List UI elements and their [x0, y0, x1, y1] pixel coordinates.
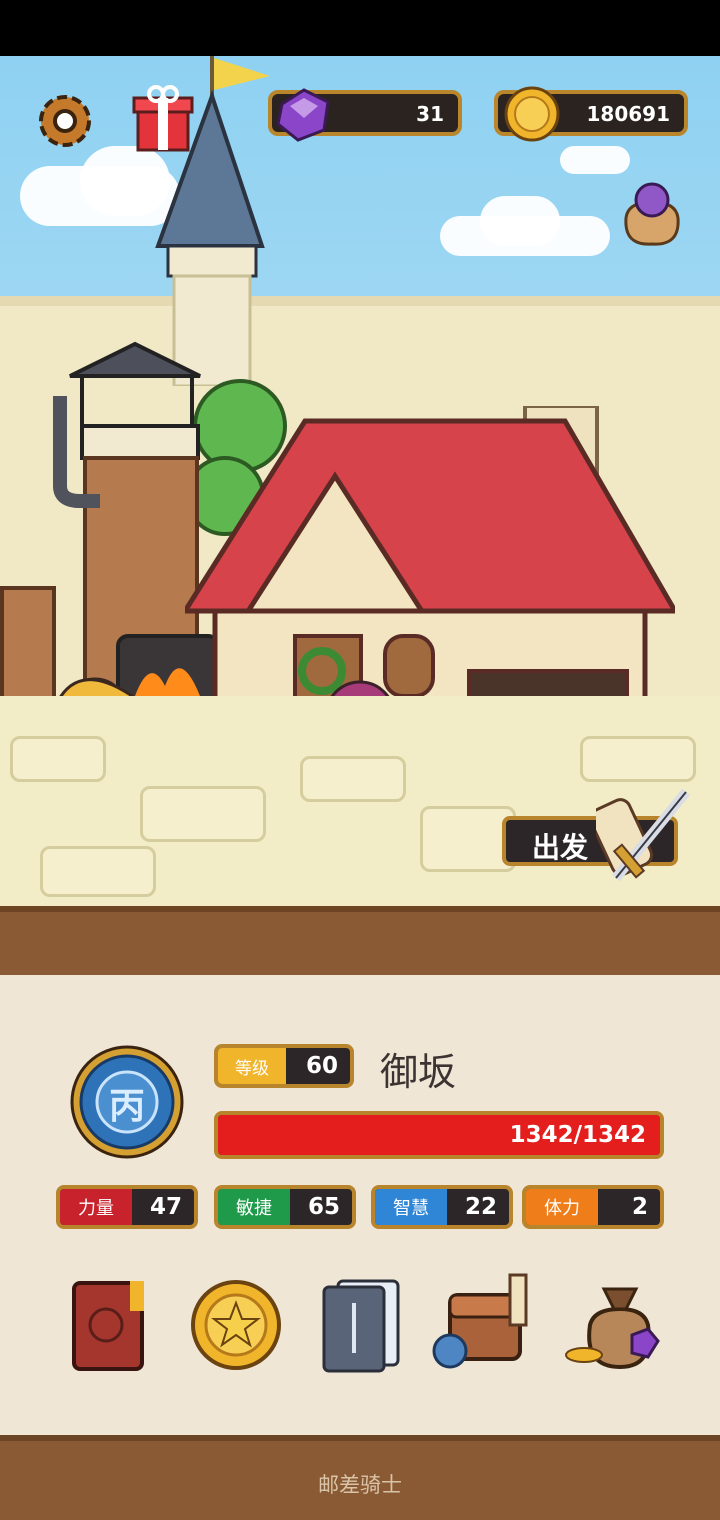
game-title: 邮差骑士	[318, 1474, 402, 1497]
level-pill: 等级 60	[214, 1044, 354, 1088]
gold-coin-menu-icon[interactable]	[188, 1277, 284, 1373]
gold-coin-icon	[504, 86, 560, 142]
hp-text: 1342/1342	[509, 1122, 646, 1148]
level-value: 60	[305, 1053, 338, 1079]
stat-strength: 力量 47	[56, 1185, 198, 1229]
cobblestone	[10, 736, 106, 782]
stat-agility: 敏捷 65	[214, 1185, 356, 1229]
stat-value: 47	[149, 1194, 182, 1220]
cloud	[560, 146, 630, 174]
gift-box-icon[interactable]	[130, 84, 196, 154]
stat-label: 力量	[60, 1189, 132, 1225]
inventory-backpack-icon[interactable]	[430, 1271, 542, 1375]
settings-gear-icon[interactable]	[32, 88, 98, 154]
cobblestone	[40, 846, 156, 897]
hero-name: 御坂	[380, 1052, 457, 1094]
stat-value: 2	[631, 1194, 648, 1220]
stat-value: 22	[464, 1194, 497, 1220]
cobblestone	[300, 756, 406, 802]
cloud	[480, 196, 560, 246]
stat-stamina: 体力 2	[522, 1185, 664, 1229]
gem-count: 31	[416, 102, 444, 126]
card-deck-icon[interactable]	[316, 1273, 406, 1373]
stat-value: 65	[307, 1194, 340, 1220]
cobblestone	[140, 786, 266, 842]
stat-label: 智慧	[375, 1189, 447, 1225]
hero-book-icon[interactable]	[66, 1275, 152, 1375]
game-screen: 出发 31 180691 丙 等级 60 御坂 1342/1342 力量 47 …	[0, 0, 720, 1520]
treasure-pouch-icon[interactable]	[616, 178, 688, 248]
gold-count: 180691	[586, 102, 671, 126]
hp-bar: 1342/1342	[214, 1111, 664, 1159]
stat-label: 敏捷	[218, 1189, 290, 1225]
depart-label: 出发	[532, 832, 589, 863]
town-scene: 出发	[0, 56, 720, 906]
status-bar	[0, 0, 720, 56]
purple-gem-icon	[276, 88, 330, 142]
cobblestone	[580, 736, 696, 782]
hero-panel: 丙 等级 60 御坂 1342/1342 力量 47 敏捷 65 智慧 22 体…	[0, 975, 720, 1435]
treasure-bag-icon[interactable]	[562, 1275, 666, 1375]
sword-scroll-icon	[596, 788, 690, 882]
level-label: 等级	[218, 1048, 286, 1084]
bottom-bar: 邮差骑士	[0, 1435, 720, 1520]
stat-label: 体力	[526, 1189, 598, 1225]
rank-glyph: 丙	[108, 1085, 145, 1126]
stat-wisdom: 智慧 22	[371, 1185, 513, 1229]
